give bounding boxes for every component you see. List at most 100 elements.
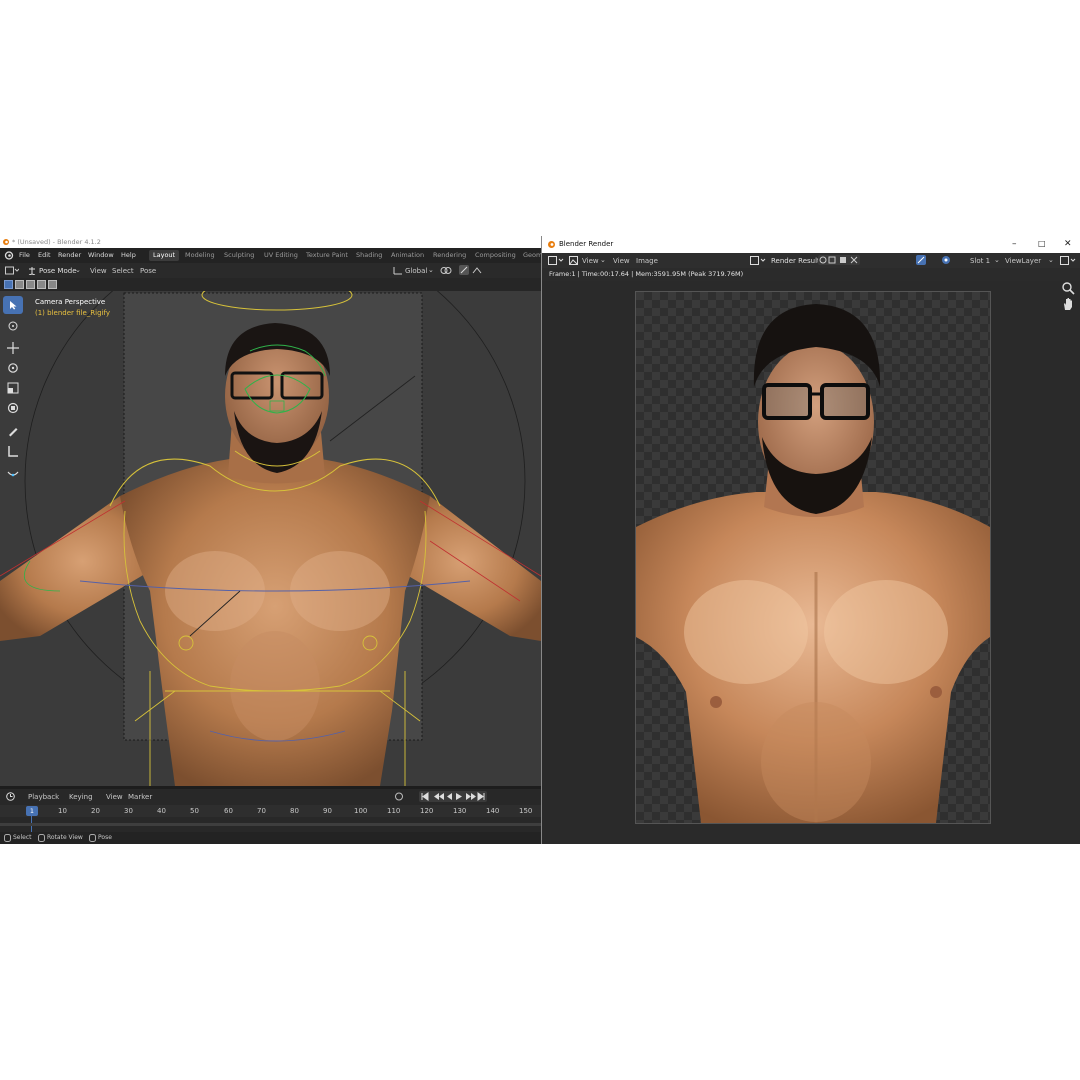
timeline-editor: Playback Keying View Marker 1 10 20 30 4… xyxy=(0,789,541,836)
chevron-down-icon: ⌄ xyxy=(1048,256,1054,264)
menu-window[interactable]: Window xyxy=(88,251,114,259)
frame-tick: 100 xyxy=(354,807,368,815)
status-pose: Pose xyxy=(98,834,112,841)
editor-type-icon[interactable] xyxy=(5,266,19,275)
pivot-point-icon[interactable] xyxy=(440,266,452,275)
snap-icon[interactable] xyxy=(459,265,469,275)
render-image-area[interactable] xyxy=(542,281,1080,844)
select-box-tool[interactable] xyxy=(3,296,23,314)
timeline-menu-keying[interactable]: Keying xyxy=(69,793,93,801)
maximize-button[interactable]: □ xyxy=(1038,239,1046,248)
frame-tick: 40 xyxy=(157,807,166,815)
orientation-dropdown[interactable]: Global xyxy=(405,267,427,275)
frame-tick: 120 xyxy=(420,807,434,815)
pose-mode-icon xyxy=(28,267,36,275)
header-menu-pose[interactable]: Pose xyxy=(140,267,156,275)
minimize-button[interactable]: – xyxy=(1012,239,1017,249)
scale-icon xyxy=(7,382,19,394)
image-name-field[interactable]: Render Result xyxy=(771,257,820,265)
pencil-icon xyxy=(9,428,18,437)
menu-help[interactable]: Help xyxy=(121,251,136,259)
crosshair-icon xyxy=(8,321,18,331)
selection-mode-icons[interactable] xyxy=(4,280,58,289)
bend-tool[interactable] xyxy=(3,464,23,482)
scale-tool[interactable] xyxy=(3,379,23,397)
annotate-tool[interactable] xyxy=(3,422,23,440)
tab-sculpting[interactable]: Sculpting xyxy=(220,250,258,261)
render-pass-icon[interactable] xyxy=(1060,256,1076,265)
tab-uv-editing[interactable]: UV Editing xyxy=(260,250,302,261)
render-titlebar: Blender Render – □ ✕ xyxy=(542,236,1080,253)
main-titlebar: * (Unsaved) - Blender 4.1.2 xyxy=(0,236,541,248)
clock-icon[interactable] xyxy=(6,792,18,801)
status-select: Select xyxy=(13,834,32,841)
selection-mode-bar xyxy=(0,278,541,291)
3d-viewport[interactable]: Camera Perspective (1) blender file_Rigi… xyxy=(0,291,541,786)
status-bar: Select Rotate View Pose xyxy=(0,832,541,844)
pan-hand-icon[interactable] xyxy=(1061,297,1075,311)
header-menu-view[interactable]: View xyxy=(90,267,107,275)
sample-tool-icon[interactable] xyxy=(916,255,926,265)
render-window-title: Blender Render xyxy=(559,240,614,248)
frame-tick: 20 xyxy=(91,807,100,815)
zoom-icon[interactable] xyxy=(1061,281,1075,295)
tab-layout[interactable]: Layout xyxy=(149,250,180,261)
proportional-edit-icon[interactable] xyxy=(472,266,484,275)
current-frame-indicator[interactable]: 1 xyxy=(26,806,38,816)
blender-logo-icon xyxy=(3,239,9,245)
frame-tick: 90 xyxy=(323,807,332,815)
image-browse-icon[interactable] xyxy=(750,256,766,265)
render-window: Blender Render – □ ✕ View ⌄ View Image R… xyxy=(541,236,1080,844)
mouse-left-icon xyxy=(4,834,11,842)
viewport-scene xyxy=(0,291,541,786)
slot-dropdown[interactable]: Slot 1 xyxy=(970,257,990,265)
menu-edit[interactable]: Edit xyxy=(38,251,51,259)
rotate-tool[interactable] xyxy=(3,359,23,377)
render-menu-view-mode[interactable]: View xyxy=(582,257,599,265)
active-object-label: (1) blender file_Rigify xyxy=(35,309,110,317)
frame-tick: 150 xyxy=(519,807,533,815)
tab-rendering[interactable]: Rendering xyxy=(429,250,470,261)
menu-file[interactable]: File xyxy=(19,251,30,259)
tool-shelf xyxy=(3,296,25,486)
tab-animation[interactable]: Animation xyxy=(387,250,428,261)
move-tool[interactable] xyxy=(3,339,23,357)
blender-menu-icon[interactable] xyxy=(4,251,14,260)
render-stats: Frame:1 | Time:00:17.64 | Mem:3591.95M (… xyxy=(549,270,744,278)
status-rotate-view: Rotate View xyxy=(47,834,83,841)
render-menu-view[interactable]: View xyxy=(613,257,630,265)
timeline-menu-view[interactable]: View xyxy=(106,793,123,801)
view-layer-dropdown[interactable]: ViewLayer xyxy=(1005,257,1041,265)
timeline-scrollbar[interactable] xyxy=(0,823,541,826)
tab-texture-paint[interactable]: Texture Paint xyxy=(302,250,352,261)
image-datablock-buttons[interactable] xyxy=(818,255,860,265)
cursor-tool[interactable] xyxy=(3,317,23,335)
mode-dropdown[interactable]: Pose Mode xyxy=(39,267,77,275)
frame-tick: 50 xyxy=(190,807,199,815)
record-keyframe-icon[interactable] xyxy=(394,792,404,801)
frame-tick: 60 xyxy=(224,807,233,815)
menu-render[interactable]: Render xyxy=(58,251,81,259)
chevron-down-icon: ⌄ xyxy=(428,266,434,274)
timeline-menu-playback[interactable]: Playback xyxy=(28,793,59,801)
image-view-icon xyxy=(569,256,578,265)
rendered-character xyxy=(636,304,990,823)
tab-shading[interactable]: Shading xyxy=(352,250,386,261)
playback-controls[interactable] xyxy=(419,791,487,802)
transform-tool[interactable] xyxy=(3,399,23,417)
tab-modeling[interactable]: Modeling xyxy=(181,250,219,261)
tab-compositing[interactable]: Compositing xyxy=(471,250,520,261)
chevron-down-icon: ⌄ xyxy=(600,256,606,264)
render-menu-image[interactable]: Image xyxy=(636,257,658,265)
editor-type-icon[interactable] xyxy=(548,256,564,265)
timeline-menu-marker[interactable]: Marker xyxy=(128,793,152,801)
header-menu-select[interactable]: Select xyxy=(112,267,134,275)
image-editor-header: View ⌄ View Image Render Result Slot 1 ⌄… xyxy=(542,253,1080,268)
tab-geometry[interactable]: Geom xyxy=(519,250,541,261)
close-button[interactable]: ✕ xyxy=(1064,239,1072,249)
cursor-arrow-icon xyxy=(10,301,17,310)
frame-tick: 80 xyxy=(290,807,299,815)
blender-main-window: * (Unsaved) - Blender 4.1.2 File Edit Re… xyxy=(0,236,541,844)
overlays-icon[interactable] xyxy=(941,255,951,265)
measure-tool[interactable] xyxy=(3,442,23,460)
